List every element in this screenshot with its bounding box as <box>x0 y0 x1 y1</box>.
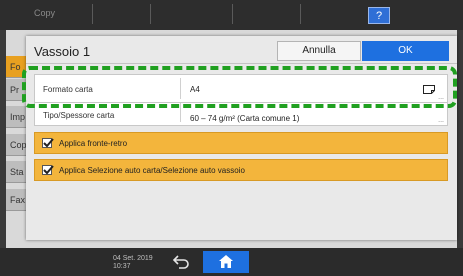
moon-icon[interactable] <box>445 8 457 22</box>
auto-select-option[interactable]: Applica Selezione auto carta/Selezione a… <box>34 159 448 181</box>
duplex-label: Applica fronte-retro <box>59 139 128 148</box>
cancel-button[interactable]: Annulla <box>277 41 361 61</box>
background-tab: Imp <box>6 106 26 128</box>
ok-button[interactable]: OK <box>362 41 449 61</box>
background-tab: Fax <box>6 189 26 211</box>
topbar-divider <box>232 4 233 24</box>
date-text: 04 Set. 2019 <box>113 255 153 262</box>
checkmark-icon <box>43 165 54 175</box>
auto-select-checkbox[interactable] <box>42 165 54 175</box>
checkmark-icon <box>43 138 54 148</box>
topbar-divider <box>300 4 301 24</box>
duplex-checkbox[interactable] <box>42 138 54 148</box>
paper-type-value: 60 – 74 g/m² (Carta comune 1) <box>190 114 300 123</box>
home-icon <box>219 255 233 268</box>
background-tab: Sta <box>6 161 26 183</box>
paper-type-label: Tipo/Spessore carta <box>43 111 115 120</box>
highlight-frame <box>22 66 457 108</box>
app-name: Copy <box>34 8 56 18</box>
auto-select-label: Applica Selezione auto carta/Selezione a… <box>59 166 245 175</box>
topbar-divider <box>92 4 93 24</box>
more-indicator: ... <box>438 117 444 124</box>
title-divider <box>26 63 457 64</box>
back-arrow-icon[interactable] <box>172 255 190 269</box>
help-button[interactable]: ? <box>368 7 390 24</box>
dialog-title: Vassoio 1 <box>34 44 91 59</box>
duplex-option[interactable]: Applica fronte-retro <box>34 132 448 154</box>
topbar-divider <box>150 4 151 24</box>
screen: Copy ? Fo Pr Imp Cop Sta Fax Vassoio 1 A… <box>0 0 463 276</box>
home-button[interactable] <box>203 251 249 273</box>
top-bar: Copy ? <box>0 0 463 30</box>
bottom-bar: 04 Set. 2019 10:37 <box>0 248 463 276</box>
time-text: 10:37 <box>113 263 131 270</box>
date-time: 04 Set. 2019 10:37 <box>113 255 153 271</box>
background-tab: Cop <box>6 134 26 156</box>
